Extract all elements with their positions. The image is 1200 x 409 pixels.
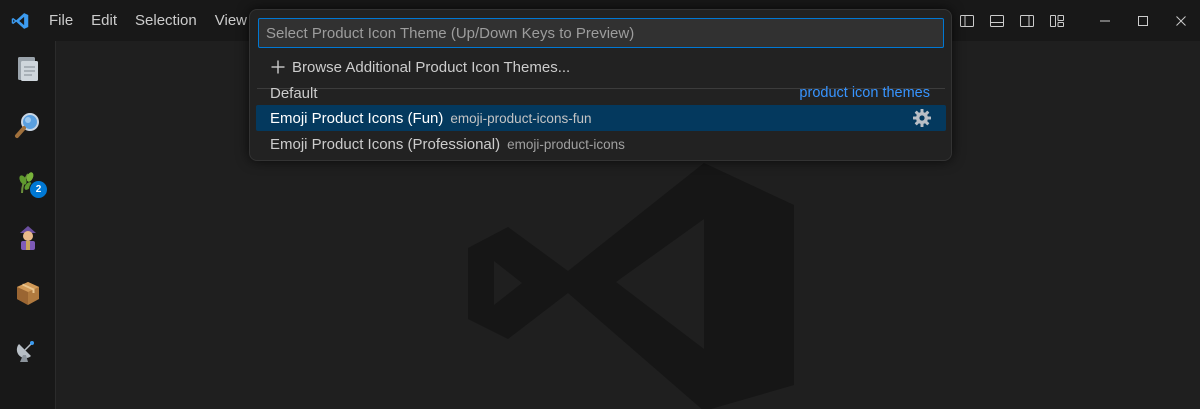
theme-label: Emoji Product Icons (Professional): [270, 135, 501, 153]
explorer-icon[interactable]: [0, 45, 56, 93]
customize-layout-icon[interactable]: [1042, 0, 1072, 41]
source-control-icon[interactable]: 2: [0, 158, 56, 206]
toggle-panel-icon[interactable]: [982, 0, 1012, 41]
theme-id: emoji-product-icons-fun: [450, 110, 592, 126]
vscode-watermark-icon: [468, 163, 794, 409]
product-icon-themes-link[interactable]: product icon themes: [799, 85, 930, 101]
extensions-icon[interactable]: [0, 269, 56, 317]
add-icon: [270, 59, 286, 75]
gear-icon[interactable]: [912, 108, 932, 132]
product-icon-theme-quick-pick: Select Product Icon Theme (Up/Down Keys …: [249, 9, 952, 161]
browse-product-icon-themes-item[interactable]: Browse Additional Product Icon Themes...: [256, 54, 946, 80]
vscode-logo-icon: [0, 0, 40, 41]
theme-label: Default: [270, 84, 318, 102]
toggle-secondary-sidebar-icon[interactable]: [1012, 0, 1042, 41]
maximize-icon[interactable]: [1124, 0, 1162, 41]
search-icon[interactable]: [0, 101, 56, 149]
menu-bar: File Edit Selection View: [40, 0, 256, 41]
menu-file[interactable]: File: [40, 0, 82, 41]
quick-pick-input[interactable]: Select Product Icon Theme (Up/Down Keys …: [258, 18, 944, 48]
theme-item-default[interactable]: Default product icon themes: [256, 80, 946, 106]
remote-explorer-icon[interactable]: [0, 326, 56, 374]
run-debug-icon[interactable]: [0, 213, 56, 261]
browse-label: Browse Additional Product Icon Themes...: [292, 58, 571, 76]
theme-item-emoji-professional[interactable]: Emoji Product Icons (Professional) emoji…: [256, 131, 946, 157]
window-controls: [952, 0, 1200, 41]
menu-selection[interactable]: Selection: [126, 0, 206, 41]
minimize-icon[interactable]: [1086, 0, 1124, 41]
source-control-badge: 2: [29, 180, 48, 199]
menu-edit[interactable]: Edit: [82, 0, 126, 41]
theme-label: Emoji Product Icons (Fun): [270, 109, 444, 127]
close-icon[interactable]: [1162, 0, 1200, 41]
theme-item-emoji-fun[interactable]: Emoji Product Icons (Fun) emoji-product-…: [256, 105, 946, 131]
toggle-primary-sidebar-icon[interactable]: [952, 0, 982, 41]
theme-id: emoji-product-icons: [507, 136, 625, 152]
activity-bar: 2: [0, 41, 56, 409]
